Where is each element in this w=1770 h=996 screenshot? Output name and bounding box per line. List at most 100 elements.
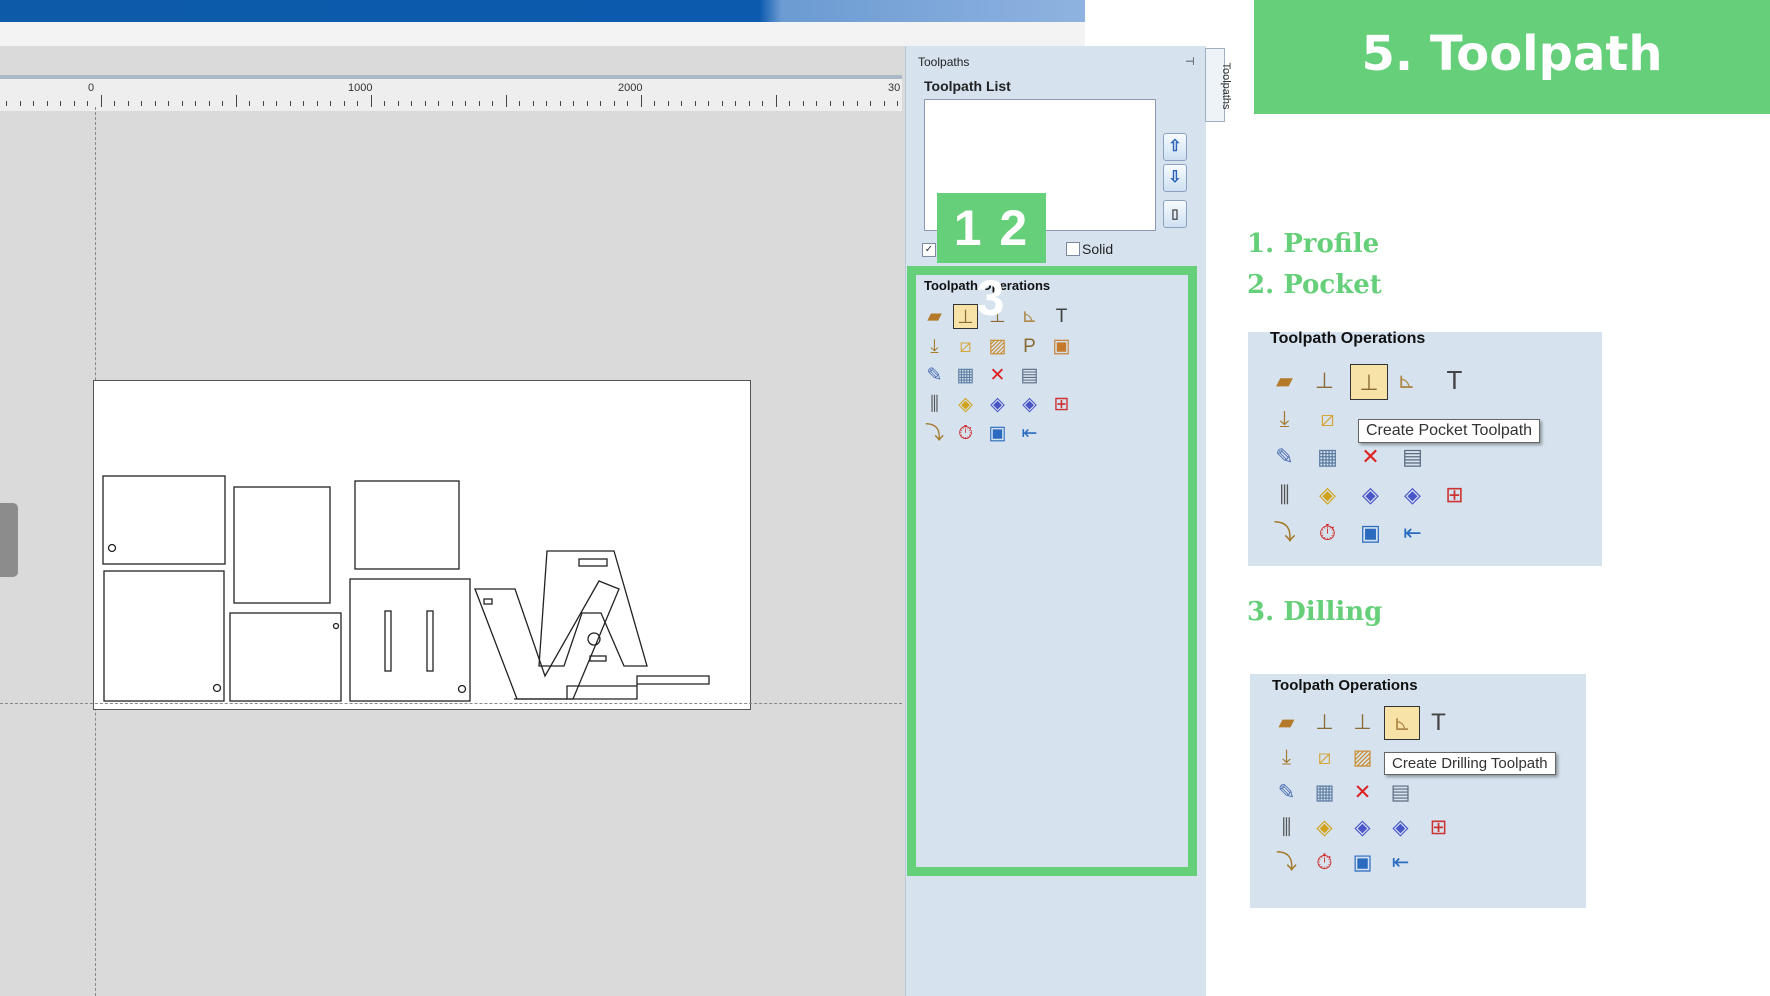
ruler-tick [816,101,817,106]
ruler-tick [870,101,871,106]
preview-all-icon[interactable]: ◈ [985,392,1010,417]
ruler-tick [249,101,250,106]
ruler-tick [6,101,7,106]
toolpath-calculator-icon: ▤ [1402,444,1423,469]
panel-header-title: Toolpaths [918,55,970,69]
preview-all-icon: ◈ [1354,816,1371,839]
ruler-label-2000: 2000 [618,82,643,94]
ruler-ticks [0,95,902,107]
preview-selected-icon: ◈ [1404,482,1421,507]
ruler-tick [73,101,75,106]
panel-collapse-handle[interactable] [0,503,18,577]
profile-toolpath-icon[interactable]: ⊥ [953,304,978,329]
export-toolpath-icon: ⇤ [1403,520,1422,545]
ruler-tick [802,101,804,106]
reset-preview-icon: ⤵ [1276,851,1297,874]
preview-toolpath-icon[interactable]: ◈ [953,392,978,417]
ruler-tick [330,101,331,106]
export-toolpath-icon: ⇤ [1391,851,1410,874]
material-sheet[interactable] [93,380,751,710]
prism-carve-icon[interactable]: ▣ [1049,334,1074,359]
step-profile-label: 1. Profile [1247,229,1380,259]
ruler-tick [748,101,750,106]
ruler-tick [546,101,547,106]
material-setup-icon[interactable]: ▰ [922,304,947,329]
export-toolpath-icon[interactable]: ⇤ [1017,421,1042,446]
profile-toolpath-icon: ⊥ [1314,368,1335,393]
horizontal-guide-line [0,703,902,704]
drilling-toolpath-icon[interactable]: ⊾ [1017,304,1042,329]
toolpath-summary-icon[interactable]: ▯ [1163,200,1187,228]
ruler-tick [262,101,264,106]
ruler-tick [465,101,466,106]
ruler-tick [762,101,763,106]
ruler-tick [573,101,574,106]
ruler-tick [370,95,372,107]
solid-checkbox[interactable] [1066,242,1080,256]
estimate-time-icon[interactable]: ⏱ [953,421,978,446]
ruler-tick [60,101,61,106]
vcarve-icon[interactable]: P [1017,334,1042,359]
toolpath-calculator-icon[interactable]: ▤ [1017,363,1042,388]
texture-icon: ▨ [1352,746,1373,769]
pin-icon[interactable]: ⊣ [1185,55,1195,68]
ruler-tick [168,101,169,106]
save-toolpath-icon: ▣ [1360,520,1381,545]
drilling-toolpath-icon: ⊾ [1397,368,1416,393]
reset-preview-icon[interactable]: ⤵ [922,421,947,446]
delete-toolpath-icon: ✕ [1361,444,1380,469]
ruler-label-1000: 1000 [348,82,373,94]
ruler-tick [451,101,453,106]
ruler-tick [613,101,615,106]
ruler-tick [438,101,439,106]
ruler-tick [856,101,858,106]
ruler-tick [559,101,561,106]
move-up-arrow-icon[interactable]: ⇧ [1163,133,1187,161]
ruler-tick [19,101,21,106]
cut-parts-vectors[interactable] [94,381,750,709]
ruler-tick [694,101,696,106]
drilling-toolpath-icon: ⊾ [1384,706,1420,740]
preview-selected-icon[interactable]: ◈ [1017,392,1042,417]
ruler-tick [519,101,520,106]
ruler-tick [384,101,385,106]
gcode-icon[interactable]: ▦ [953,363,978,388]
step-pocket-label: 2. Pocket [1247,270,1382,300]
preview-toolpath-icon: ◈ [1316,816,1333,839]
ruler-tick [829,101,831,106]
text-engraving-icon[interactable]: T [1049,304,1074,329]
ruler-tick [586,101,588,106]
create-drilling-tooltip: Create Drilling Toolpath [1384,752,1556,775]
ruler-tick [411,101,412,106]
quick-engrave-icon[interactable]: ⤓ [922,334,947,359]
delete-toolpath-icon: ✕ [1353,781,1372,804]
show-toolpath-checkbox[interactable]: ✓ [922,243,936,257]
ruler-tick [303,101,304,106]
tool-database-icon: ⫼ [1281,816,1292,839]
ruler-tick [46,101,48,106]
profile-toolpath-icon: ⊥ [1315,711,1334,734]
toolpath-template-icon: ⊞ [1445,482,1464,507]
toolpath-calculator-icon: ▤ [1390,781,1411,804]
edit-toolpath-icon: ✎ [1275,444,1294,469]
texture-icon[interactable]: ▨ [985,334,1010,359]
move-down-arrow-icon[interactable]: ⇩ [1163,164,1187,192]
ruler-tick [208,101,210,106]
step-drilling-label: 3. Dilling [1247,597,1383,627]
tool-database-icon[interactable]: ⫼ [922,392,947,417]
fluting-icon[interactable]: ⧄ [953,334,978,359]
estimate-time-icon: ⏱ [1316,851,1333,874]
ruler-tick [141,101,142,106]
ruler-tick [667,101,669,106]
solid-checkbox-label: Solid [1082,241,1114,257]
estimate-time-icon: ⏱ [1318,520,1337,545]
ruler-tick [397,101,399,106]
title-bar [0,0,1085,22]
delete-toolpath-icon[interactable]: ✕ [985,363,1010,388]
ruler-tick [222,101,223,106]
side-tab-label: Toolpaths [1220,62,1232,110]
ruler-tick [708,101,709,106]
save-toolpath-icon[interactable]: ▣ [985,421,1010,446]
edit-toolpath-icon[interactable]: ✎ [922,363,947,388]
toolpath-template-icon[interactable]: ⊞ [1049,392,1074,417]
